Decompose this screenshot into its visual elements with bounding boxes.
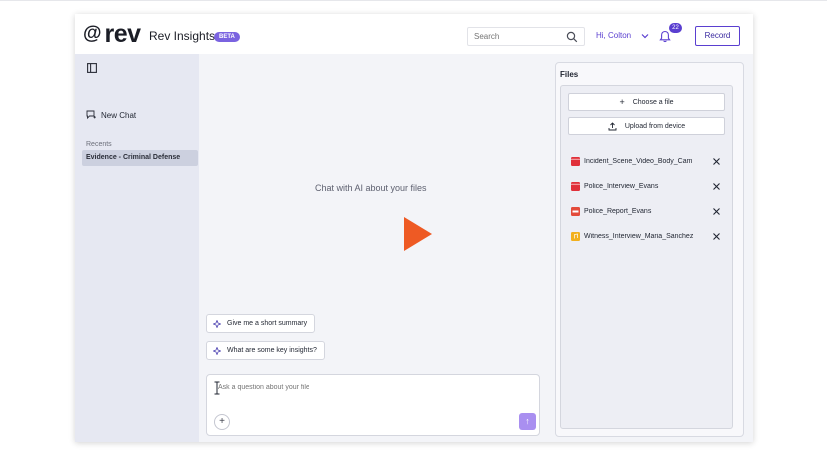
- upload-icon: [608, 121, 617, 130]
- suggestion-insights[interactable]: What are some key insights?: [206, 341, 325, 360]
- files-list-container: + Choose a file Upload from device Incid…: [560, 85, 733, 429]
- close-icon[interactable]: [712, 182, 721, 191]
- recent-chat-item[interactable]: Evidence - Criminal Defense: [82, 150, 198, 166]
- sidebar-toggle-icon[interactable]: [87, 63, 97, 73]
- close-icon[interactable]: [712, 207, 721, 216]
- new-chat-label: New Chat: [101, 110, 137, 120]
- chat-input[interactable]: [218, 384, 309, 391]
- files-title: Files: [560, 70, 579, 79]
- files-panel: Files + Choose a file Upload from device: [555, 62, 744, 437]
- logo-mark-icon: @: [83, 23, 102, 44]
- upload-device-button[interactable]: Upload from device: [568, 117, 725, 135]
- choose-file-button[interactable]: + Choose a file: [568, 93, 725, 111]
- top-divider: [0, 0, 827, 1]
- file-item[interactable]: Police_Report_Evans: [571, 204, 721, 218]
- new-chat-button[interactable]: New Chat: [86, 110, 136, 120]
- upload-device-label: Upload from device: [624, 122, 686, 130]
- chat-area: Chat with AI about your files Give me a …: [199, 54, 545, 442]
- attach-plus-button[interactable]: +: [214, 414, 230, 430]
- file-item[interactable]: Incident_Scene_Video_Body_Cam: [571, 154, 721, 168]
- pdf-file-icon: [571, 206, 580, 216]
- sparkle-icon: [213, 346, 221, 355]
- header: @ rev Rev Insights BETA Hi, Colton 22 Re…: [75, 14, 753, 54]
- file-name: Incident_Scene_Video_Body_Cam: [584, 157, 693, 165]
- choose-file-label: Choose a file: [632, 98, 674, 106]
- text-cursor-icon: [214, 381, 220, 395]
- chat-empty-state: Chat with AI about your files: [315, 183, 427, 193]
- sparkle-icon: [213, 319, 221, 328]
- sidebar: New Chat Recents Evidence - Criminal Def…: [75, 54, 199, 442]
- logo-text: rev: [104, 20, 142, 48]
- recents-heading: Recents: [86, 141, 112, 148]
- suggestion-label: What are some key insights?: [227, 347, 317, 354]
- close-icon[interactable]: [712, 157, 721, 166]
- play-icon[interactable]: [404, 217, 432, 251]
- notification-badge: 22: [669, 23, 682, 33]
- suggestion-label: Give me a short summary: [227, 320, 308, 327]
- user-menu[interactable]: Hi, Colton: [596, 31, 649, 40]
- chevron-down-icon: [641, 33, 649, 38]
- suggestion-summary[interactable]: Give me a short summary: [206, 314, 316, 333]
- user-greeting: Hi, Colton: [596, 31, 632, 40]
- bell-icon[interactable]: [659, 30, 671, 43]
- rev-logo[interactable]: @ rev: [83, 20, 142, 48]
- new-chat-icon: [86, 110, 96, 120]
- plus-icon: +: [619, 97, 625, 107]
- file-item[interactable]: Witness_Interview_Maria_Sanchez: [571, 229, 721, 243]
- chat-composer: + ↑: [206, 374, 540, 436]
- record-button[interactable]: Record: [695, 26, 740, 46]
- file-name: Police_Interview_Evans: [584, 182, 659, 190]
- beta-badge: BETA: [214, 32, 240, 42]
- send-button[interactable]: ↑: [519, 413, 536, 430]
- file-name: Police_Report_Evans: [584, 207, 652, 215]
- video-file-icon: [571, 156, 580, 166]
- app-window: @ rev Rev Insights BETA Hi, Colton 22 Re…: [75, 14, 753, 442]
- video-file-icon: [571, 181, 580, 191]
- file-item[interactable]: Police_Interview_Evans: [571, 179, 721, 193]
- file-name: Witness_Interview_Maria_Sanchez: [584, 232, 694, 240]
- audio-file-icon: [571, 231, 580, 241]
- search-icon[interactable]: [566, 31, 578, 43]
- close-icon[interactable]: [712, 232, 721, 241]
- app-title: Rev Insights: [149, 29, 216, 43]
